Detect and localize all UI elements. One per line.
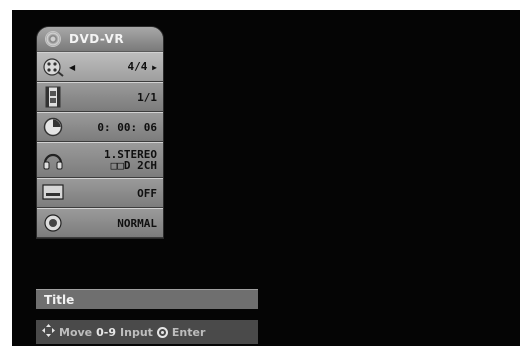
input-label: Input (120, 325, 153, 339)
program-icon (41, 55, 65, 79)
audio-value: 1.STEREO □□D 2CH (65, 149, 157, 171)
sound-row[interactable]: NORMAL (37, 208, 163, 238)
time-row[interactable]: 0: 00: 06 (37, 112, 163, 142)
enter-icon (156, 326, 168, 338)
subtitle-icon (41, 181, 65, 205)
tv-screen: DVD-VR ◀ 4/4 ▶ 1/1 0: 00: 06 1.STEREO □□… (12, 10, 520, 346)
audio-row[interactable]: 1.STEREO □□D 2CH (37, 142, 163, 178)
clock-icon (41, 115, 65, 139)
sound-mode-value: NORMAL (117, 216, 157, 230)
chapter-value: 1/1 (137, 90, 157, 104)
move-label: Move (59, 325, 93, 339)
chapter-row[interactable]: 1/1 (37, 82, 163, 112)
help-bar: Move 0-9 Input Enter (36, 320, 258, 344)
chapter-film-icon (41, 85, 65, 109)
disc-icon (45, 31, 61, 47)
subtitle-row[interactable]: OFF (37, 178, 163, 208)
disc-type-label: DVD-VR (69, 32, 125, 46)
move-arrows-icon (42, 324, 55, 340)
menu-header: DVD-VR (37, 27, 163, 52)
subtitle-value: OFF (137, 186, 157, 200)
headphones-icon (41, 148, 65, 172)
speaker-icon (41, 211, 65, 235)
enter-label: Enter (171, 325, 206, 339)
elapsed-time-value: 0: 00: 06 (97, 120, 157, 134)
audio-format-label: □□D 2CH (110, 159, 157, 172)
title-bar: Title (36, 289, 258, 309)
playback-info-menu: DVD-VR ◀ 4/4 ▶ 1/1 0: 00: 06 1.STEREO □□… (36, 26, 164, 239)
title-number-value: 4/4 ▶ (127, 60, 157, 73)
input-key: 0-9 (96, 325, 117, 339)
title-number-row[interactable]: ◀ 4/4 ▶ (37, 52, 163, 82)
